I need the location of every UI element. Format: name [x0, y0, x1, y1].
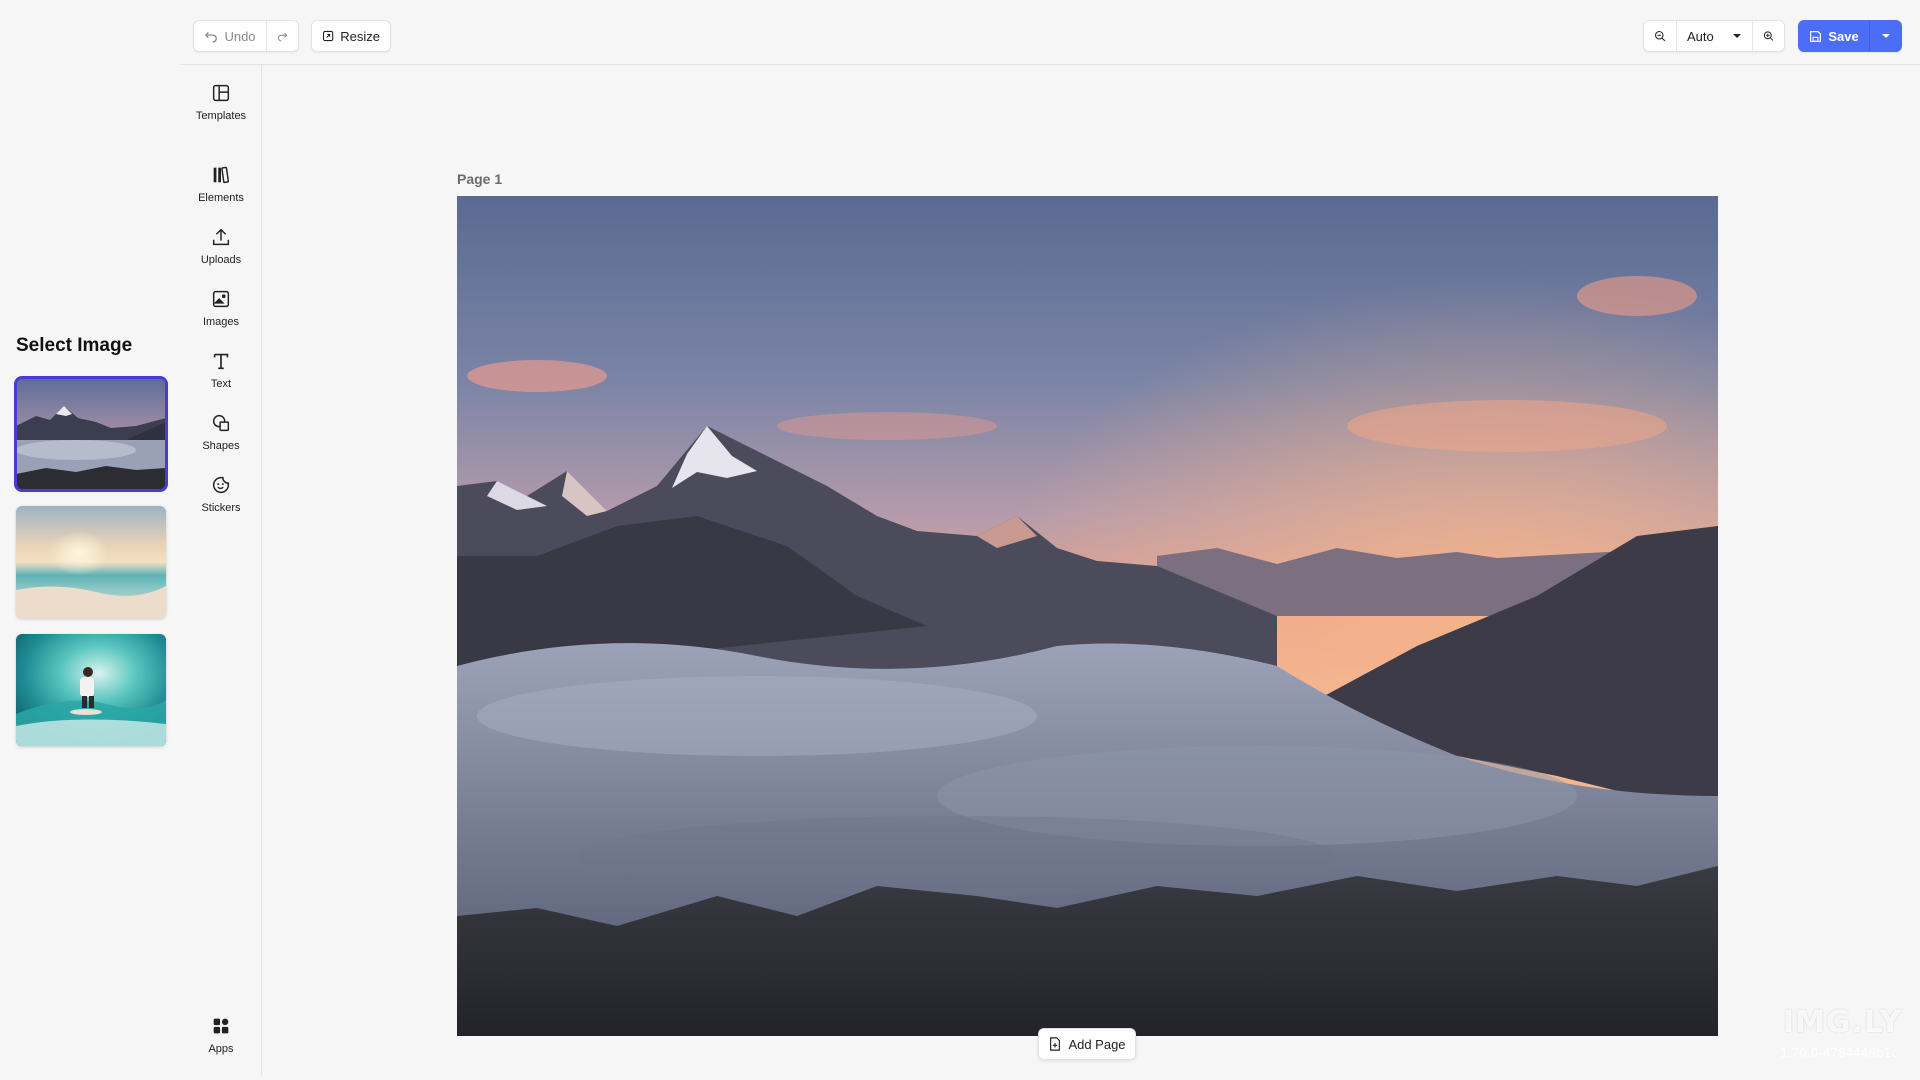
save-button[interactable]: Save — [1799, 21, 1869, 51]
chevron-down-icon — [1881, 34, 1890, 38]
dock-label-elements: Elements — [198, 192, 244, 204]
dock-item-apps[interactable]: Apps — [180, 1015, 262, 1055]
library-icon — [213, 166, 230, 184]
dock-item-shapes[interactable]: Shapes — [180, 412, 262, 452]
mountain-scene-image[interactable] — [457, 196, 1718, 1036]
text-icon — [213, 353, 229, 370]
add-page-button[interactable]: Add Page — [1038, 1028, 1136, 1060]
dock-item-images[interactable]: Images — [180, 288, 262, 328]
sticker-icon — [212, 476, 230, 494]
zoom-in-icon — [1763, 31, 1774, 41]
redo-button[interactable] — [266, 21, 298, 51]
upload-icon — [212, 228, 230, 246]
zoom-level-value: Auto — [1687, 28, 1714, 44]
page-label: Page 1 — [457, 171, 503, 187]
shapes-icon — [212, 414, 230, 432]
zoom-out-icon — [1654, 30, 1666, 42]
save-options-button[interactable] — [1869, 21, 1901, 51]
add-page-label: Add Page — [1068, 1036, 1126, 1052]
dock-item-templates[interactable]: Templates — [180, 82, 262, 122]
undo-button[interactable]: Undo — [194, 21, 266, 51]
history-controls: Undo — [193, 20, 299, 52]
dock-item-elements[interactable]: Elements — [180, 164, 262, 204]
chevron-down-icon — [1733, 34, 1741, 38]
dock-label-apps: Apps — [208, 1043, 234, 1055]
beach-thumbnail-image — [16, 506, 166, 618]
dock-label-shapes: Shapes — [202, 440, 240, 452]
zoom-in-button[interactable] — [1752, 21, 1784, 51]
dock-label-images: Images — [202, 316, 240, 328]
resize-button[interactable]: Resize — [312, 21, 390, 51]
save-icon — [1810, 30, 1822, 42]
save-label: Save — [1828, 28, 1859, 44]
dock-label-stickers: Stickers — [201, 502, 241, 514]
dock-item-text[interactable]: Text — [180, 350, 262, 390]
image-thumbnail-beach[interactable] — [16, 506, 166, 618]
zoom-controls: Auto — [1643, 20, 1785, 52]
image-thumbnail-mountains[interactable] — [14, 376, 168, 492]
zoom-out-button[interactable] — [1644, 21, 1676, 51]
mountains-thumbnail-image — [16, 378, 166, 490]
select-image-title: Select Image — [16, 335, 133, 356]
asset-dock: Templates Elements Uploads Images Text S… — [180, 65, 262, 1075]
add-page-icon — [1050, 1037, 1061, 1051]
apps-icon — [213, 1018, 229, 1034]
dock-label-templates: Templates — [195, 110, 247, 122]
image-icon — [212, 290, 230, 308]
design-page[interactable] — [457, 196, 1718, 1036]
layout-icon — [212, 84, 230, 102]
resize-control: Resize — [311, 20, 391, 52]
dock-label-text: Text — [210, 378, 232, 390]
image-thumbnail-surfer[interactable] — [16, 634, 166, 746]
resize-label: Resize — [340, 28, 380, 44]
top-toolbar: Undo Resize Auto Save — [180, 0, 1920, 65]
brand-watermark: IMG.LY — [1782, 1005, 1902, 1040]
version-label: 1.70.0-4784449b1c — [1780, 1046, 1898, 1060]
dock-item-uploads[interactable]: Uploads — [180, 226, 262, 266]
undo-icon — [205, 32, 218, 43]
resize-icon — [322, 30, 334, 42]
surfer-thumbnail-image — [16, 634, 166, 746]
undo-label: Undo — [224, 28, 256, 44]
canvas-area: Page 1 Add Page IMG.LY 1.70.0-4784449b1c — [262, 65, 1920, 1080]
save-controls: Save — [1798, 20, 1902, 52]
dock-label-uploads: Uploads — [200, 254, 242, 266]
select-image-panel: Select Image — [0, 0, 180, 1080]
dock-item-stickers[interactable]: Stickers — [180, 474, 262, 514]
zoom-level-select[interactable]: Auto — [1676, 21, 1752, 51]
redo-icon — [277, 32, 288, 42]
